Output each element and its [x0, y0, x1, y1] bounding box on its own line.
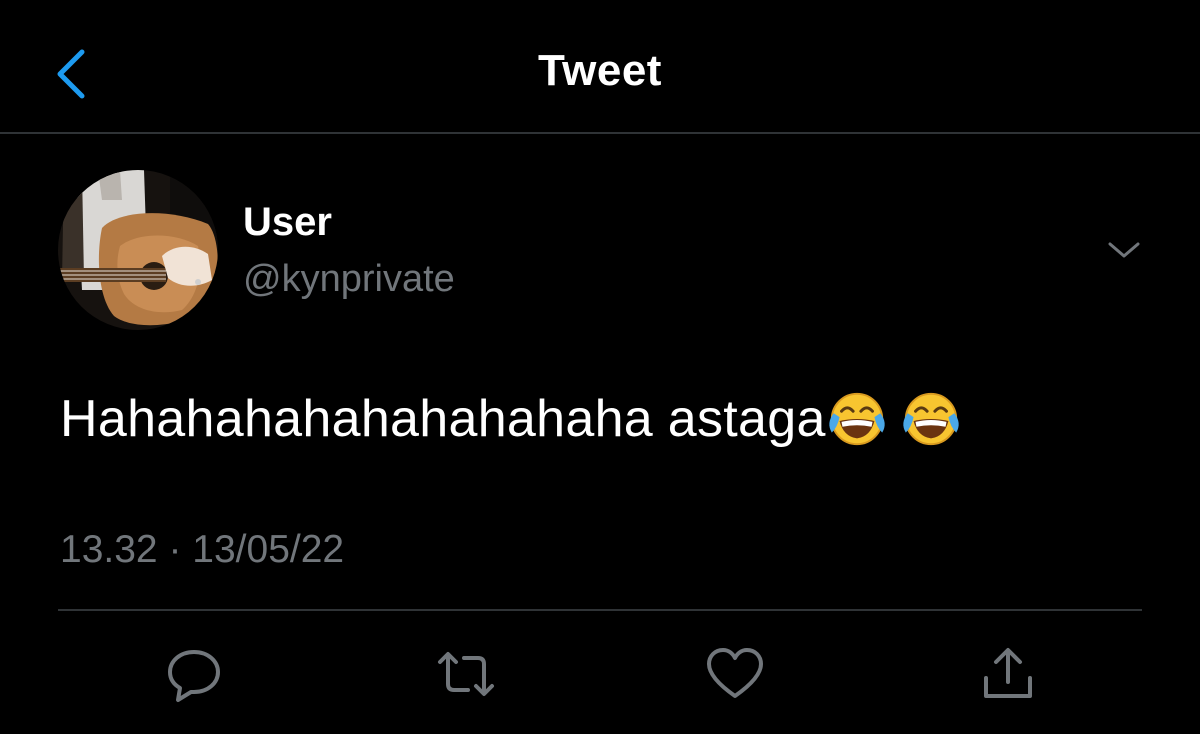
divider	[58, 609, 1142, 611]
tweet-date: 13/05/22	[192, 528, 345, 571]
share-icon[interactable]	[976, 642, 1040, 706]
face-with-tears-of-joy-icon	[903, 392, 959, 446]
tweet-time: 13.32	[60, 528, 158, 571]
top-navigation-bar: Tweet	[0, 0, 1200, 134]
like-heart-icon[interactable]	[703, 642, 767, 706]
retweet-icon[interactable]	[434, 642, 498, 706]
avatar-image	[58, 170, 218, 330]
page-title: Tweet	[538, 46, 662, 95]
reply-icon[interactable]	[162, 642, 226, 706]
face-with-tears-of-joy-icon	[829, 392, 885, 446]
meta-separator: ·	[168, 528, 182, 571]
author-handle[interactable]: @kynprivate	[243, 258, 455, 301]
avatar[interactable]	[58, 170, 218, 330]
author-display-name[interactable]: User	[243, 200, 332, 245]
tweet-text: Hahahahahahahahahaha astaga	[60, 390, 826, 448]
chevron-down-icon[interactable]	[1104, 236, 1144, 264]
tweet-timestamp: 13.32 · 13/05/22	[60, 528, 344, 572]
tweet-body: Hahahahahahahahahaha astaga	[60, 388, 974, 450]
